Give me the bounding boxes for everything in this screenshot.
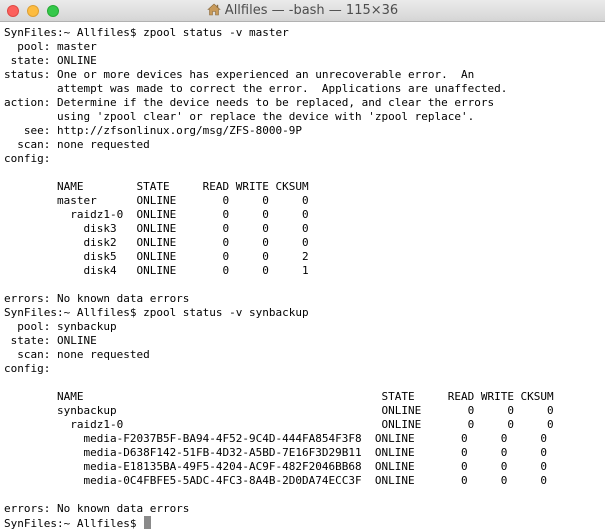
- terminal-line: pool: master: [4, 40, 97, 53]
- terminal-line: media-E18135BA-49F5-4204-AC9F-482F2046BB…: [4, 460, 548, 473]
- terminal-line: config:: [4, 362, 51, 375]
- terminal-window: Allfiles — -bash — 115×36 SynFiles:~ All…: [0, 0, 605, 532]
- terminal-line: errors: No known data errors: [4, 292, 190, 305]
- terminal-line: raidz1-0 ONLINE 0 0 0: [4, 208, 309, 221]
- terminal-line: disk3 ONLINE 0 0 0: [4, 222, 309, 235]
- terminal-line: scan: none requested: [4, 138, 150, 151]
- terminal-line: disk5 ONLINE 0 0 2: [4, 250, 309, 263]
- terminal-line: state: ONLINE: [4, 54, 97, 67]
- terminal-line: master ONLINE 0 0 0: [4, 194, 309, 207]
- terminal-line: scan: none requested: [4, 348, 150, 361]
- terminal-line: see: http://zfsonlinux.org/msg/ZFS-8000-…: [4, 124, 303, 137]
- terminal-line: status: One or more devices has experien…: [4, 68, 475, 81]
- terminal-line: NAME STATE READ WRITE CKSUM: [4, 180, 309, 193]
- terminal-line: SynFiles:~ Allfiles$ zpool status -v syn…: [4, 306, 309, 319]
- text-cursor: [144, 516, 152, 529]
- terminal-line: raidz1-0 ONLINE 0 0 0: [4, 418, 554, 431]
- terminal-line: pool: synbackup: [4, 320, 117, 333]
- terminal-line: disk4 ONLINE 0 0 1: [4, 264, 309, 277]
- terminal-line: errors: No known data errors: [4, 502, 190, 515]
- terminal-line: NAME STATE READ WRITE CKSUM: [4, 390, 554, 403]
- window-title-text: Allfiles — -bash — 115×36: [224, 3, 399, 18]
- terminal-line: synbackup ONLINE 0 0 0: [4, 404, 554, 417]
- home-icon: [207, 3, 221, 20]
- prompt-line[interactable]: SynFiles:~ Allfiles$: [4, 516, 605, 530]
- terminal-line: SynFiles:~ Allfiles$ zpool status -v mas…: [4, 26, 289, 39]
- title-bar[interactable]: Allfiles — -bash — 115×36: [0, 0, 605, 22]
- terminal-line: using 'zpool clear' or replace the devic…: [4, 110, 475, 123]
- terminal-line: media-0C4FBFE5-5ADC-4FC3-8A4B-2D0DA74ECC…: [4, 474, 548, 487]
- terminal-line: attempt was made to correct the error. A…: [4, 82, 508, 95]
- terminal-line: media-F2037B5F-BA94-4F52-9C4D-444FA854F3…: [4, 432, 548, 445]
- terminal-line: media-D638F142-51FB-4D32-A5BD-7E16F3D29B…: [4, 446, 548, 459]
- terminal-output[interactable]: SynFiles:~ Allfiles$ zpool status -v mas…: [0, 22, 605, 530]
- window-title: Allfiles — -bash — 115×36: [0, 3, 605, 20]
- terminal-line: disk2 ONLINE 0 0 0: [4, 236, 309, 249]
- terminal-line: action: Determine if the device needs to…: [4, 96, 495, 109]
- terminal-line: state: ONLINE: [4, 334, 97, 347]
- shell-prompt: SynFiles:~ Allfiles$: [4, 517, 144, 530]
- terminal-line: config:: [4, 152, 51, 165]
